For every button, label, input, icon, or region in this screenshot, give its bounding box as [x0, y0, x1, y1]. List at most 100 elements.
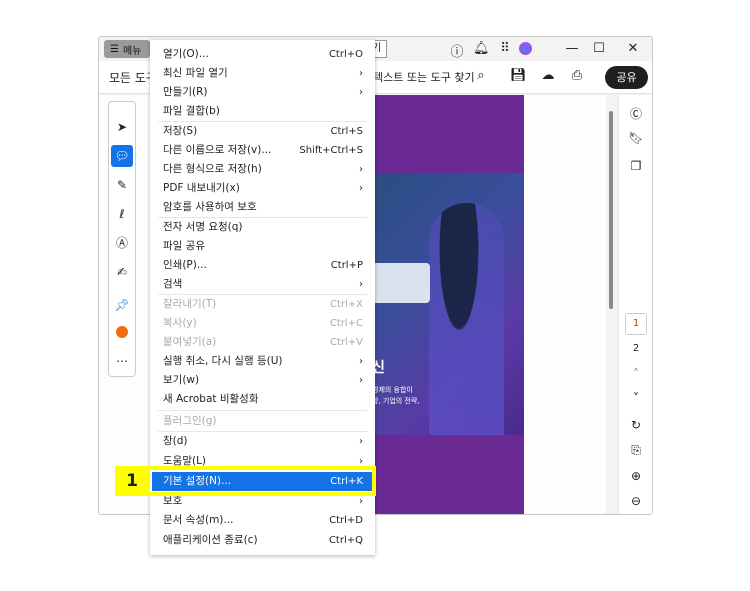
pin-icon[interactable]: 📌︎ [111, 294, 133, 316]
share-button[interactable]: 공유 [605, 66, 648, 89]
help-icon[interactable]: ⓘ [449, 41, 465, 60]
menu-item-label: 다른 이름으로 저장(v)... [163, 144, 272, 156]
pages-icon[interactable]: ❐ [619, 159, 652, 173]
draw-icon[interactable]: ℓ [111, 203, 133, 225]
menu-item: 플러그인(g) [152, 412, 373, 431]
main-menu: 열기(O)... Ctrl+O 최신 파일 열기 › 만들기(R) › 파일 결합(b) 저장… [150, 40, 375, 555]
chevron-down-icon[interactable]: ˅ [619, 391, 652, 405]
menu-item[interactable]: 다른 이름으로 저장(v)... Shift+Ctrl+S [152, 141, 373, 160]
menu-item[interactable]: 애플리케이션 종료(c) Ctrl+Q [152, 531, 373, 550]
text-box-icon[interactable]: Ⓐ [111, 232, 133, 254]
search-icon[interactable]: ⌕ [473, 68, 489, 83]
menu-item: 붙여넣기(a) Ctrl+V [152, 333, 373, 352]
comment-icon[interactable]: 💬︎ [111, 145, 133, 167]
menu-item-label: 파일 결합(b) [163, 105, 220, 117]
chevron-right-icon: › [359, 279, 363, 290]
menu-item-label: 복사(y) [163, 317, 197, 329]
photo-figure [429, 203, 504, 435]
menu-item[interactable]: 새 Acrobat 비활성화 [152, 390, 373, 409]
menu-item[interactable]: 실행 취소, 다시 실행 등(U) › [152, 352, 373, 371]
more-icon[interactable]: ⋯ [111, 350, 133, 372]
menu-item[interactable]: 암호를 사용하여 보호 [152, 198, 373, 217]
menu-item[interactable]: 창(d) › [152, 432, 373, 451]
menu-item-label: 저장(S) [163, 125, 198, 137]
menu-item[interactable]: 보호 › [152, 492, 373, 511]
menu-item-label: 실행 취소, 다시 실행 등(U) [163, 355, 283, 367]
right-panel: Ⓒ 🔖︎ ❐ 1 2 ˄ ˅ ↻ ⎘ ⊕ ⊖ [618, 95, 652, 514]
chevron-right-icon: › [359, 68, 363, 79]
avatar[interactable] [519, 42, 532, 55]
zoom-out-icon[interactable]: ⊖ [619, 494, 652, 508]
save-icon[interactable]: 💾︎ [510, 68, 527, 83]
menu-item[interactable]: 전자 서명 요청(q) [152, 218, 373, 237]
apps-grid-icon[interactable]: ⠿ [497, 41, 513, 56]
maximize-icon[interactable]: ☐ [591, 41, 607, 56]
menu-separator [158, 217, 367, 218]
chevron-right-icon: › [359, 87, 363, 98]
menu-separator [158, 121, 367, 122]
menu-item-label: 붙여넣기(a) [163, 336, 217, 348]
menu-separator [158, 410, 367, 411]
menu-item-shortcut: Ctrl+K [330, 476, 363, 487]
menu-item-shortcut: Ctrl+D [329, 515, 363, 526]
page-1-button[interactable]: 1 [625, 313, 647, 335]
menu-item[interactable]: 저장(S) Ctrl+S [152, 122, 373, 141]
photo-vr-headset [370, 263, 430, 303]
menu-item-label: 애플리케이션 종료(c) [163, 534, 258, 546]
bell-icon[interactable]: 🔔︎ [473, 41, 490, 56]
menu-item: 복사(y) Ctrl+C [152, 314, 373, 333]
cloud-upload-icon[interactable]: ☁ [540, 68, 556, 83]
page-text: 경제의 융합이 황, 기업의 전략, [372, 386, 420, 405]
close-icon[interactable]: ✕ [625, 41, 641, 56]
menu-item-shortcut: Ctrl+P [330, 260, 363, 271]
vertical-scrollbar[interactable] [606, 95, 618, 514]
select-cursor-icon[interactable]: ➤ [111, 116, 133, 138]
page-fit-icon[interactable]: ⎘ [619, 443, 652, 458]
menu-item-label: 플러그인(g) [163, 415, 217, 427]
menu-item-label: 도움말(L) [163, 455, 207, 467]
page-2-button[interactable]: 2 [619, 343, 652, 354]
sign-icon[interactable]: ✍ [111, 261, 133, 283]
menu-item[interactable]: 파일 공유 [152, 237, 373, 256]
menu-item[interactable]: 문서 속성(m)... Ctrl+D [152, 511, 373, 530]
menu-item[interactable]: 만들기(R) › [152, 83, 373, 102]
menu-item[interactable]: 검색 › [152, 275, 373, 294]
chevron-up-icon[interactable]: ˄ [619, 367, 652, 381]
chevron-right-icon: › [359, 496, 363, 507]
menu-item-shortcut: Ctrl+O [328, 49, 363, 60]
hamburger-icon: ☰ [110, 43, 119, 55]
menu-item[interactable]: PDF 내보내기(x) › [152, 179, 373, 198]
menu-item-shortcut: Ctrl+C [329, 318, 363, 329]
menu-item-shortcut: Ctrl+Q [328, 535, 363, 546]
chevron-right-icon: › [359, 436, 363, 447]
menu-item[interactable]: 인쇄(P)... Ctrl+P [152, 256, 373, 275]
menu-item-label: 문서 속성(m)... [163, 514, 234, 526]
menu-item-shortcut: Ctrl+S [330, 126, 363, 137]
menu-item[interactable]: 다른 형식으로 저장(h) › [152, 160, 373, 179]
highlight-pen-icon[interactable]: ✎ [111, 174, 133, 196]
comments-panel-icon[interactable]: Ⓒ [619, 105, 652, 122]
menu-item[interactable]: 도움말(L) › [152, 452, 373, 471]
menu-item-label: 전자 서명 요청(q) [163, 221, 243, 233]
menu-button[interactable]: ☰ 메뉴 [104, 40, 150, 58]
color-picker[interactable] [111, 320, 133, 342]
minimize-icon[interactable]: — [564, 41, 580, 56]
menu-item[interactable]: 파일 결합(b) [152, 102, 373, 121]
bookmarks-icon[interactable]: 🔖︎ [619, 131, 652, 145]
chevron-right-icon: › [359, 456, 363, 467]
scrollbar-thumb[interactable] [609, 111, 613, 309]
zoom-in-icon[interactable]: ⊕ [619, 469, 652, 483]
find-tools-search[interactable]: 텍스트 또는 도구 찾기 [373, 69, 475, 85]
menu-separator [158, 431, 367, 432]
menu-item[interactable]: 보기(w) › [152, 371, 373, 390]
menu-item-label: 파일 공유 [163, 240, 205, 252]
menu-item[interactable]: 열기(O)... Ctrl+O [152, 45, 373, 64]
menu-item-label: 창(d) [163, 435, 188, 447]
rotate-icon[interactable]: ↻ [619, 418, 652, 432]
print-icon[interactable]: ⎙ [569, 68, 585, 83]
menu-item-label: 암호를 사용하여 보호 [163, 201, 257, 213]
menu-item[interactable]: 최신 파일 열기 › [152, 64, 373, 83]
menu-item[interactable]: 기본 설정(N)... Ctrl+K [152, 472, 373, 491]
quick-tools-bar: ➤ 💬︎ ✎ ℓ Ⓐ ✍ 📌︎ ⋯ [108, 101, 136, 377]
chevron-right-icon: › [359, 164, 363, 175]
